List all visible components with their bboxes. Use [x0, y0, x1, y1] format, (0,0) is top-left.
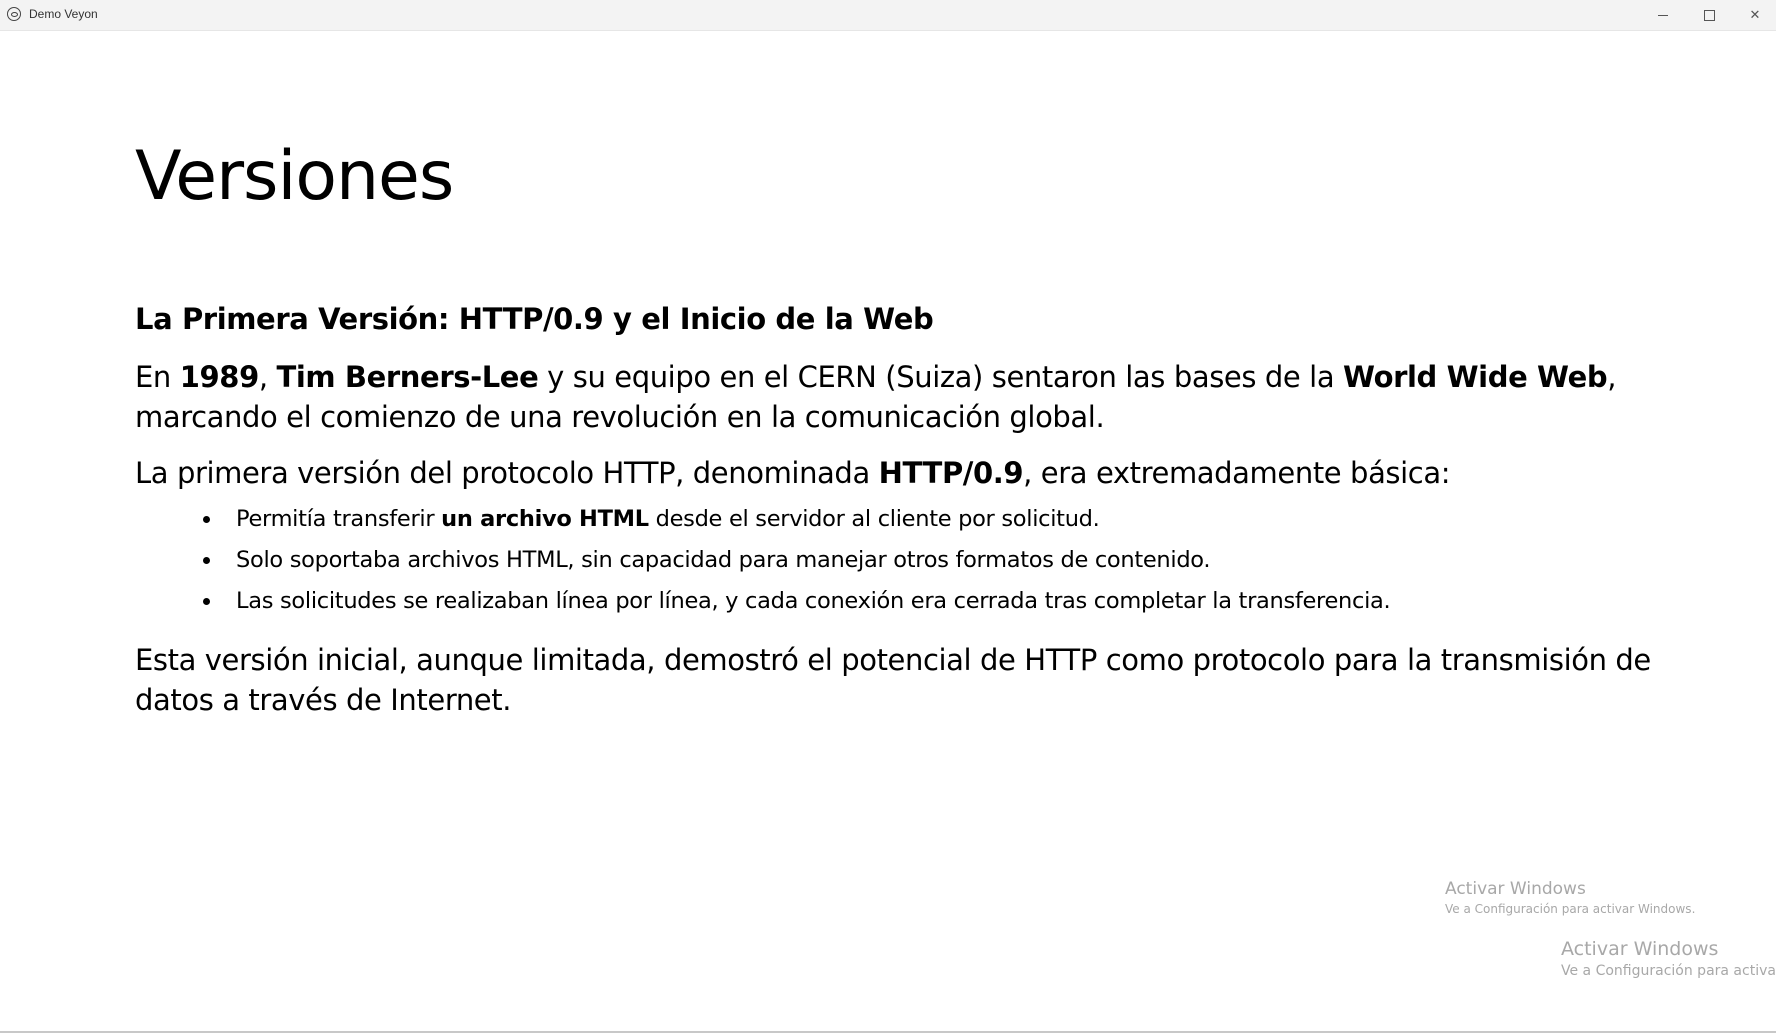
- minimize-icon: [1658, 14, 1668, 16]
- para1-person: Tim Berners-Lee: [276, 359, 539, 394]
- bullet1-text-2: desde el servidor al cliente por solicit…: [648, 505, 1100, 532]
- slide-body: La Primera Versión: HTTP/0.9 y el Inicio…: [135, 302, 1695, 736]
- para1-www: World Wide Web: [1343, 359, 1608, 394]
- para1-text-1: En: [135, 359, 180, 394]
- bullet-item: Solo soportaba archivos HTML, sin capaci…: [135, 540, 1695, 581]
- para2-version: HTTP/0.9: [878, 455, 1024, 490]
- watermark-subtitle: Ve a Configuración para activar V: [1561, 963, 1776, 979]
- para1-text-3: y su equipo en el CERN (Suiza) sentaron …: [538, 359, 1344, 394]
- bullet-item: Permitía transferir un archivo HTML desd…: [135, 499, 1695, 540]
- app-window: Demo Veyon ✕ Versiones La Primera Versió…: [0, 0, 1776, 1033]
- slide-title: Versiones: [135, 137, 454, 216]
- section-heading: La Primera Versión: HTTP/0.9 y el Inicio…: [135, 302, 934, 336]
- close-button[interactable]: ✕: [1732, 0, 1776, 30]
- veyon-app-icon: [7, 7, 21, 21]
- minimize-button[interactable]: [1640, 0, 1686, 30]
- watermark-title: Activar Windows: [1561, 938, 1719, 960]
- para2-text-2: , era extremadamente básica:: [1023, 455, 1451, 490]
- bullet-icon: [203, 556, 210, 564]
- title-bar[interactable]: Demo Veyon ✕: [0, 0, 1776, 31]
- paragraph-origins: En 1989, Tim Berners-Lee y su equipo en …: [135, 357, 1695, 437]
- watermark-title: Activar Windows: [1445, 879, 1586, 899]
- maximize-icon: [1703, 9, 1715, 21]
- bullet-icon: [203, 515, 210, 523]
- paragraph-conclusion: Esta versión inicial, aunque limitada, d…: [135, 642, 1651, 717]
- bullet-icon: [203, 597, 210, 605]
- bullet-list: Permitía transferir un archivo HTML desd…: [135, 499, 1695, 622]
- window-title: Demo Veyon: [29, 7, 98, 21]
- close-icon: ✕: [1749, 7, 1761, 23]
- bullet2-text: Solo soportaba archivos HTML, sin capaci…: [236, 546, 1211, 573]
- para2-text-1: La primera versión del protocolo HTTP, d…: [135, 455, 879, 490]
- activation-watermark-1: Activar Windows Ve a Configuración para …: [1445, 879, 1695, 916]
- watermark-subtitle: Ve a Configuración para activar Windows.: [1445, 902, 1696, 916]
- bullet1-bold: un archivo HTML: [441, 505, 649, 532]
- bullet3-text: Las solicitudes se realizaban línea por …: [236, 587, 1391, 614]
- activation-watermark-2: Activar Windows Ve a Configuración para …: [1561, 938, 1776, 979]
- para1-year: 1989: [179, 359, 260, 394]
- bullet-item: Las solicitudes se realizaban línea por …: [135, 581, 1695, 622]
- maximize-button[interactable]: [1686, 0, 1732, 30]
- para1-text-2: ,: [258, 359, 277, 394]
- bullet1-text-1: Permitía transferir: [236, 505, 442, 532]
- paragraph-http09: La primera versión del protocolo HTTP, d…: [135, 453, 1695, 493]
